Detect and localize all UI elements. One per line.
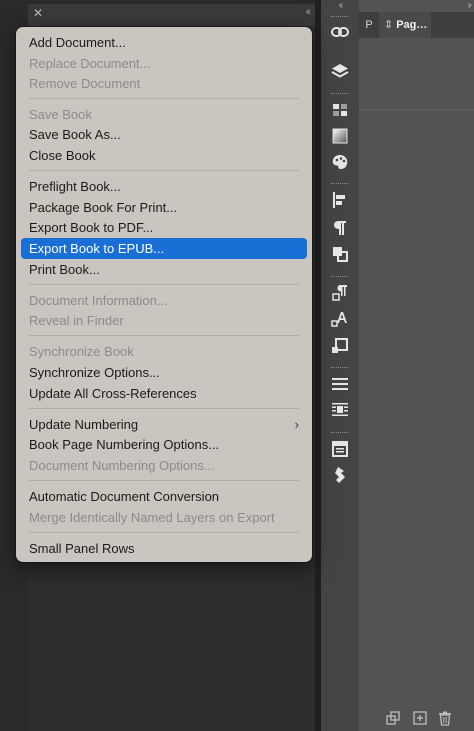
menu-item-replace-document: Replace Document... <box>29 56 151 71</box>
paragraph-styles-icon[interactable] <box>330 283 350 303</box>
book-panel-flyout-menu: Add Document... Replace Document... Remo… <box>16 27 312 562</box>
tab-pages-label: Pag… <box>396 19 428 31</box>
close-icon[interactable]: ✕ <box>33 6 43 20</box>
menu-item-save-book: Save Book <box>29 107 92 122</box>
menu-item-save-book-as[interactable]: Save Book As... <box>21 124 307 145</box>
links-icon[interactable] <box>330 22 350 42</box>
grip-handle[interactable] <box>331 16 349 19</box>
menu-separator <box>29 480 299 481</box>
menu-item-update-cross-references[interactable]: Update All Cross-References <box>21 383 307 404</box>
menu-item-document-numbering: Document Numbering Options... <box>29 458 215 473</box>
chevron-right-icon: › <box>294 417 299 432</box>
pathfinder-icon[interactable] <box>330 244 350 264</box>
grip-handle[interactable] <box>331 276 349 279</box>
menu-item-export-pdf[interactable]: Export Book to PDF... <box>21 217 307 238</box>
collapse-double-chevron-icon[interactable]: ›› <box>467 0 471 12</box>
menu-item-book-page-numbering[interactable]: Book Page Numbering Options... <box>21 434 307 455</box>
menu-separator <box>29 408 299 409</box>
menu-separator <box>29 170 299 171</box>
articles-icon[interactable] <box>330 439 350 459</box>
menu-item-update-numbering[interactable]: Update Numbering › <box>21 414 307 435</box>
menu-item-remove-document: Remove Document <box>29 76 141 91</box>
stroke-icon[interactable] <box>330 374 350 394</box>
menu-separator <box>29 98 299 99</box>
gradient-icon[interactable] <box>330 126 350 146</box>
menu-item-small-panel-rows[interactable]: Small Panel Rows <box>21 538 307 559</box>
menu-item-close-book[interactable]: Close Book <box>21 145 307 166</box>
menu-item-package-book[interactable]: Package Book For Print... <box>21 197 307 218</box>
updown-arrows-icon: ⇕ <box>384 19 394 31</box>
menu-item-preflight-book[interactable]: Preflight Book... <box>21 176 307 197</box>
menu-item-reveal-in-finder: Reveal in Finder <box>29 313 124 328</box>
tab-pages[interactable]: ⇕ Pag… <box>379 12 431 38</box>
collapse-double-chevron-icon[interactable]: ‹‹ <box>306 6 312 18</box>
new-page-icon[interactable] <box>412 710 428 726</box>
menu-separator <box>29 335 299 336</box>
menu-separator <box>29 532 299 533</box>
menu-item-automatic-document-conversion[interactable]: Automatic Document Conversion <box>21 486 307 507</box>
page-size-icon[interactable] <box>385 710 401 726</box>
pages-panel-footer <box>359 706 474 731</box>
swatches-icon[interactable] <box>330 100 350 120</box>
collapse-double-chevron-icon[interactable]: ‹‹ <box>321 0 359 12</box>
menu-item-synchronize-options[interactable]: Synchronize Options... <box>21 362 307 383</box>
grip-handle[interactable] <box>331 432 349 435</box>
delete-page-icon[interactable] <box>437 710 453 726</box>
pages-panel: ›› P ⇕ Pag… <box>359 0 474 731</box>
grip-handle[interactable] <box>331 367 349 370</box>
panel-dock-toolbar: ‹‹ <box>321 0 359 731</box>
character-styles-icon[interactable] <box>330 309 350 329</box>
glyphs-icon[interactable] <box>330 465 350 485</box>
grip-handle[interactable] <box>331 93 349 96</box>
menu-item-document-information: Document Information... <box>29 293 168 308</box>
book-panel-header: ✕ ‹‹ <box>28 4 315 26</box>
layers-icon[interactable] <box>330 61 350 81</box>
object-styles-icon[interactable] <box>330 336 350 356</box>
text-wrap-icon[interactable] <box>330 400 350 420</box>
align-icon[interactable] <box>330 190 350 210</box>
paragraph-icon[interactable] <box>330 218 350 238</box>
menu-item-print-book[interactable]: Print Book... <box>21 259 307 280</box>
menu-item-add-document[interactable]: Add Document... <box>21 32 307 53</box>
menu-separator <box>29 284 299 285</box>
menu-item-export-epub[interactable]: Export Book to EPUB... <box>21 238 307 259</box>
tab-collapsed[interactable]: P <box>359 12 379 38</box>
menu-item-merge-layers: Merge Identically Named Layers on Export <box>29 510 275 525</box>
menu-item-synchronize-book: Synchronize Book <box>29 344 134 359</box>
color-palette-icon[interactable] <box>330 152 350 172</box>
menu-item-label: Update Numbering <box>29 417 139 432</box>
grip-handle[interactable] <box>331 183 349 186</box>
panel-separator <box>359 109 474 110</box>
